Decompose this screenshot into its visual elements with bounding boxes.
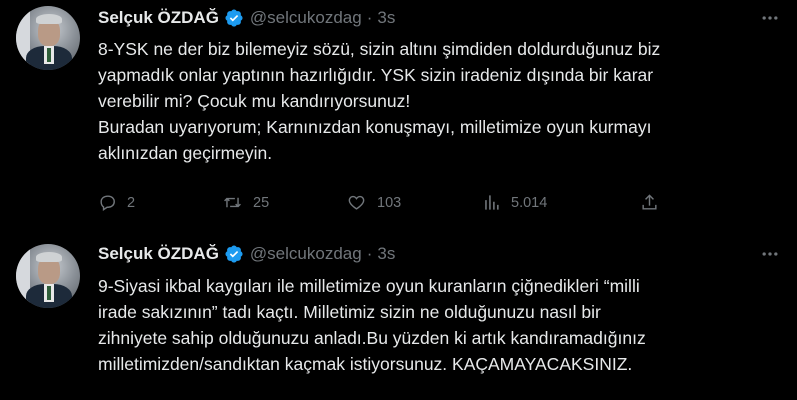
tweet-header: Selçuk ÖZDAĞ @selcukozdag · 3s <box>98 244 395 264</box>
verified-badge-icon <box>224 8 244 28</box>
share-button[interactable] <box>640 193 680 212</box>
verified-badge-icon <box>224 244 244 264</box>
more-options-icon[interactable] <box>759 244 781 264</box>
more-options-icon[interactable] <box>759 8 781 28</box>
tweet-text: 9-Siyasi ikbal kaygıları ile milletimize… <box>98 276 646 374</box>
like-icon <box>346 193 367 212</box>
retweet-count: 25 <box>253 194 270 211</box>
timestamp[interactable]: 3s <box>377 244 395 264</box>
like-count: 103 <box>377 194 402 211</box>
avatar[interactable] <box>16 6 80 70</box>
author-handle[interactable]: @selcukozdag <box>250 8 362 28</box>
reply-count: 2 <box>127 194 136 211</box>
reply-button[interactable]: 2 <box>98 193 222 212</box>
author-name[interactable]: Selçuk ÖZDAĞ <box>98 244 219 264</box>
views-count: 5.014 <box>511 194 548 211</box>
reply-icon <box>98 193 117 212</box>
tweet-2[interactable]: Selçuk ÖZDAĞ @selcukozdag · 3s 9-Siyasi … <box>0 240 797 400</box>
like-button[interactable]: 103 <box>346 193 482 212</box>
author-name[interactable]: Selçuk ÖZDAĞ <box>98 8 219 28</box>
views-icon <box>482 193 501 212</box>
separator-dot: · <box>366 8 373 27</box>
tweet-text: 8-YSK ne der biz bilemeyiz sözü, sizin a… <box>98 39 661 163</box>
tweet-header: Selçuk ÖZDAĞ @selcukozdag · 3s <box>98 8 395 28</box>
share-icon <box>640 193 659 212</box>
views-button[interactable]: 5.014 <box>482 193 640 212</box>
timestamp[interactable]: 3s <box>377 8 395 28</box>
retweet-button[interactable]: 25 <box>222 193 346 212</box>
retweet-icon <box>222 193 243 212</box>
avatar[interactable] <box>16 244 80 308</box>
separator-dot: · <box>366 244 373 263</box>
tweet-actions: 2 25 103 5.014 <box>98 193 688 212</box>
tweet-1[interactable]: Selçuk ÖZDAĞ @selcukozdag · 3s 8-YSK ne … <box>0 0 797 240</box>
author-handle[interactable]: @selcukozdag <box>250 244 362 264</box>
